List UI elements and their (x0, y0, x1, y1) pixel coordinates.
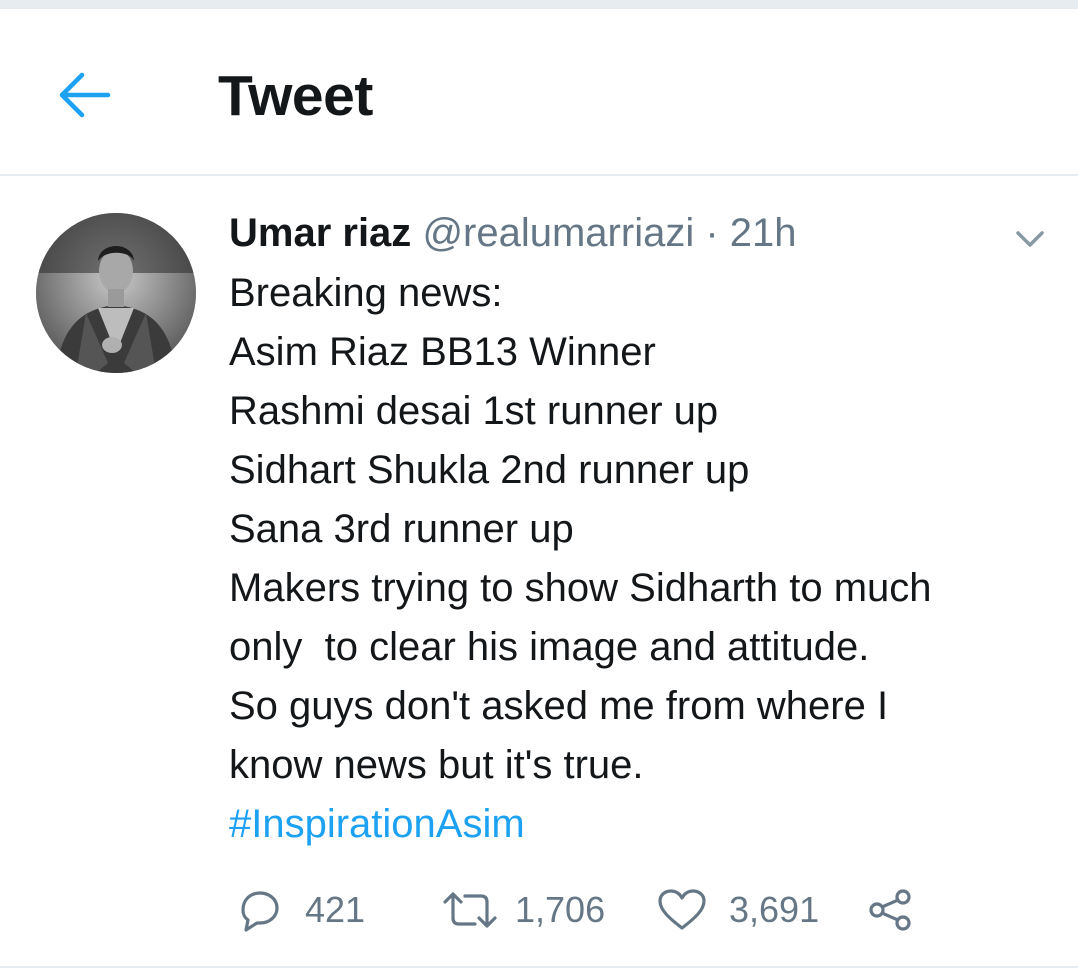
author-handle[interactable]: @realumarriazi (422, 211, 694, 255)
profile-photo (36, 213, 196, 373)
tweet-text-line: Rashmi desai 1st runner up (229, 389, 719, 433)
tweet-header: Umar riaz @realumarriazi · 21h (229, 208, 797, 258)
status-strip (0, 0, 1078, 9)
page-title: Tweet (218, 64, 373, 128)
tweet-text-line: Asim Riaz BB13 Winner (229, 330, 656, 374)
back-button[interactable] (50, 65, 120, 125)
tweet-menu-button[interactable] (1010, 223, 1050, 253)
tweet-timestamp[interactable]: 21h (730, 211, 797, 255)
share-button[interactable] (865, 878, 915, 942)
separator-dot: · (705, 211, 719, 255)
retweet-icon (443, 892, 497, 928)
heart-icon (658, 889, 706, 930)
retweet-button[interactable]: 1,706 (439, 878, 605, 942)
retweet-count: 1,706 (515, 889, 606, 930)
top-bar: Tweet (0, 9, 1078, 176)
like-count: 3,691 (729, 889, 820, 930)
tweet-text-line: only to clear his image and attitude. (229, 625, 870, 669)
tweet-text-line: know news but it's true. (229, 743, 644, 787)
tweet-text-line: Makers trying to show Sidharth to much (229, 566, 932, 610)
reply-bubble-icon (241, 891, 279, 932)
tweet: Umar riaz @realumarriazi · 21h Breaking … (0, 178, 1078, 968)
tweet-actions: 421 1,706 3,691 (229, 878, 1029, 942)
like-button[interactable]: 3,691 (655, 878, 819, 942)
divider (0, 966, 1078, 968)
hashtag-link[interactable]: #InspirationAsim (229, 802, 525, 846)
author-name[interactable]: Umar riaz (229, 211, 411, 255)
reply-count: 421 (305, 889, 366, 930)
arrow-left-icon (59, 72, 111, 118)
tweet-text: Breaking news: Asim Riaz BB13 Winner Ras… (229, 264, 1059, 854)
avatar[interactable] (36, 213, 196, 373)
tweet-text-line: Sana 3rd runner up (229, 507, 574, 551)
share-icon (869, 889, 911, 931)
chevron-down-icon (1016, 231, 1044, 247)
tweet-text-line: Sidhart Shukla 2nd runner up (229, 448, 750, 492)
reply-button[interactable]: 421 (233, 878, 365, 942)
tweet-text-line: Breaking news: (229, 271, 503, 315)
tweet-text-line: So guys don't asked me from where I (229, 684, 889, 728)
